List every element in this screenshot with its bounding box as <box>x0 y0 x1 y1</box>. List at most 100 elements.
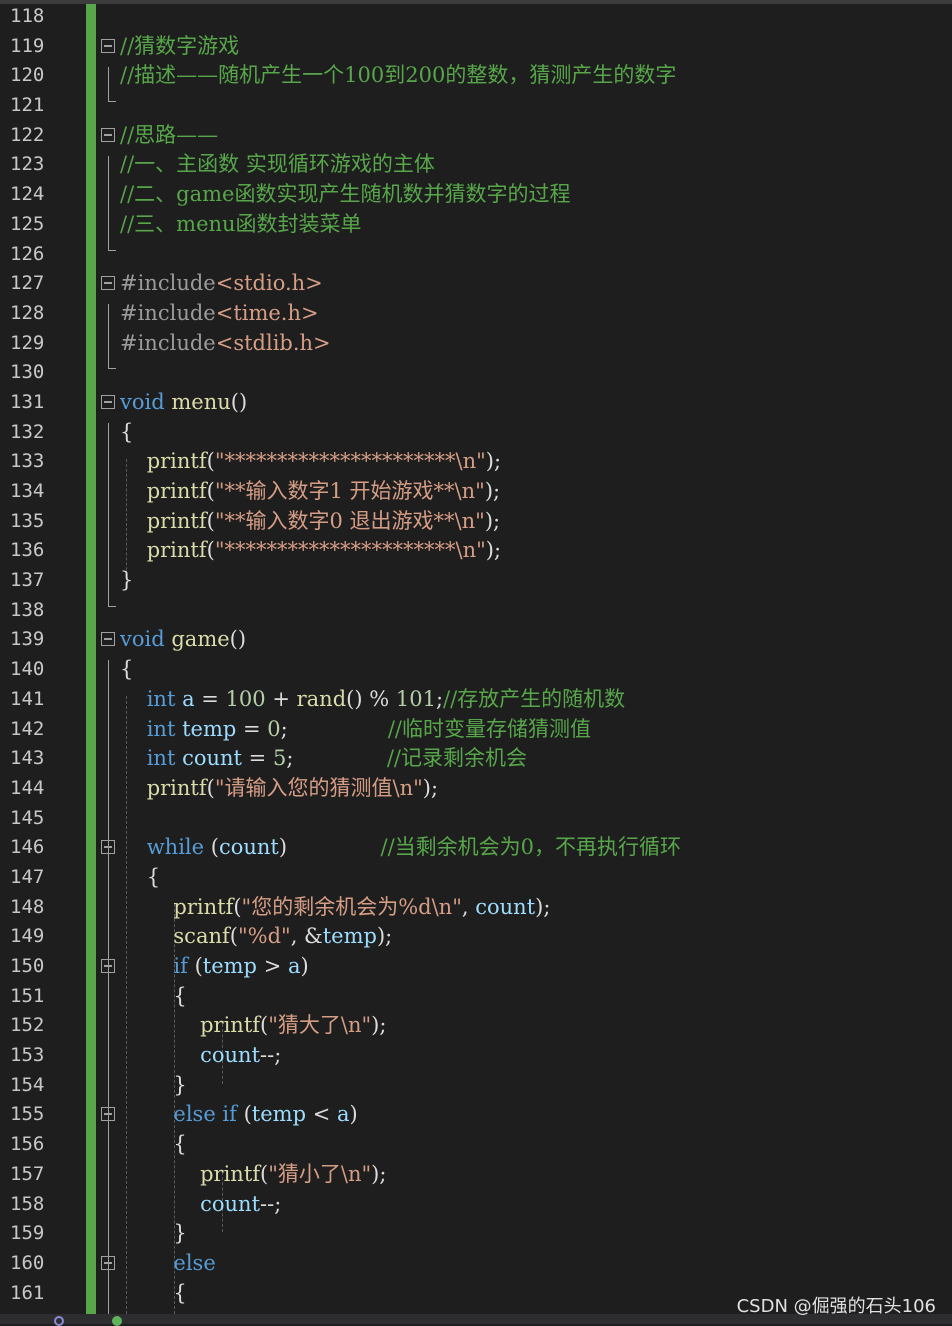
code-text: { <box>120 420 133 444</box>
code-token: { <box>120 864 161 889</box>
code-token: printf <box>146 775 207 800</box>
code-token: ); <box>422 775 439 800</box>
collapse-toggle-icon[interactable] <box>101 38 115 53</box>
collapse-toggle-icon[interactable] <box>101 1255 115 1270</box>
code-token: + <box>265 686 297 711</box>
code-token: printf <box>200 1013 261 1038</box>
collapse-toggle-icon[interactable] <box>101 276 115 291</box>
code-line[interactable]: 139 void game() <box>0 623 952 653</box>
code-token: 101 <box>395 686 436 711</box>
code-line[interactable]: 119 //猜数字游戏 <box>0 30 952 60</box>
code-token: 5 <box>272 746 287 771</box>
line-number: 139 <box>10 628 45 651</box>
code-line[interactable]: 142 int temp = 0; //临时变量存储猜测值 <box>0 713 952 743</box>
code-token: #include <box>120 300 216 325</box>
code-token: "**输入数字1 开始游戏**\n" <box>214 479 485 503</box>
code-line[interactable]: 125 //三、menu函数封装菜单 <box>0 208 952 238</box>
code-line[interactable]: 148 printf("您的剩余机会为%d\n", count); <box>0 891 952 921</box>
code-token: else <box>173 1250 216 1275</box>
code-token: { <box>120 983 187 1008</box>
code-token: //记录剩余机会 <box>386 746 527 771</box>
code-line[interactable]: 138 <box>0 594 952 624</box>
code-token: <stdio.h> <box>215 271 323 296</box>
code-line[interactable]: 131 void menu() <box>0 386 952 416</box>
code-line[interactable]: 150 if (temp > a) <box>0 950 952 980</box>
code-line[interactable]: 144 printf("请输入您的猜测值\n"); <box>0 772 952 802</box>
code-line[interactable]: 152 printf("猜大了\n"); <box>0 1009 952 1039</box>
code-lines: 118 119 //猜数字游戏 120 //描述——随机产生一个100到200的整数，猜… <box>0 0 952 1306</box>
code-line[interactable]: 160 else <box>0 1247 952 1277</box>
collapse-toggle-icon[interactable] <box>101 632 115 647</box>
code-line[interactable]: 130 <box>0 356 952 386</box>
code-line[interactable]: 129 #include<stdlib.h> <box>0 327 952 357</box>
line-number: 145 <box>10 806 45 829</box>
code-text: printf("猜大了\n"); <box>120 1013 386 1037</box>
code-token: () % <box>346 686 396 711</box>
line-number: 148 <box>10 895 45 918</box>
code-line[interactable]: 135 printf("**输入数字0 退出游戏**\n"); <box>0 505 952 535</box>
code-line[interactable]: 122 //思路—— <box>0 119 952 149</box>
code-token: count <box>475 894 536 919</box>
code-line[interactable]: 149 scanf("%d", &temp); <box>0 920 952 950</box>
code-token: ) <box>349 1102 358 1127</box>
code-line[interactable]: 156 { <box>0 1128 952 1158</box>
code-line[interactable]: 143 int count = 5; //记录剩余机会 <box>0 742 952 772</box>
line-number: 125 <box>10 212 45 235</box>
code-line[interactable]: 141 int a = 100 + rand() % 101;//存放产生的随机… <box>0 683 952 713</box>
collapse-toggle-icon[interactable] <box>101 959 115 973</box>
code-line[interactable]: 153 count--; <box>0 1039 952 1069</box>
code-line[interactable]: 147 { <box>0 861 952 891</box>
status-ok-icon <box>112 1316 122 1326</box>
code-line[interactable]: 133 printf("**********************\n"); <box>0 445 952 475</box>
code-token: ( <box>206 449 215 474</box>
code-line[interactable]: 137} <box>0 564 952 594</box>
line-number: 130 <box>10 361 45 384</box>
collapse-toggle-icon[interactable] <box>101 840 115 855</box>
code-line[interactable]: 126 <box>0 238 952 268</box>
code-line[interactable]: 120 //描述——随机产生一个100到200的整数，猜测产生的数字 <box>0 59 952 89</box>
code-line[interactable]: 123 //一、主函数 实现循环游戏的主体 <box>0 148 952 178</box>
code-line[interactable]: 124 //二、game函数实现产生随机数并猜数字的过程 <box>0 178 952 208</box>
code-token: ; <box>286 746 387 771</box>
code-line[interactable]: 127 #include<stdio.h> <box>0 267 952 297</box>
code-token: ) <box>278 835 381 860</box>
collapse-toggle-icon[interactable] <box>101 1107 115 1122</box>
code-token: ) <box>300 954 309 978</box>
code-line[interactable]: 154 } <box>0 1069 952 1099</box>
code-token: ); <box>371 1013 387 1038</box>
code-line[interactable]: 136 printf("**********************\n"); <box>0 534 952 564</box>
code-line[interactable]: 145 <box>0 802 952 832</box>
line-number: 123 <box>10 153 45 176</box>
code-token: > <box>257 954 288 978</box>
code-token: ( <box>206 538 215 563</box>
code-token: a <box>336 1102 350 1127</box>
collapse-toggle-icon[interactable] <box>101 394 115 409</box>
code-line[interactable]: 155 else if (temp < a) <box>0 1098 952 1128</box>
code-line[interactable]: 157 printf("猜小了\n"); <box>0 1158 952 1188</box>
code-line[interactable]: 128 #include<time.h> <box>0 297 952 327</box>
code-token: rand <box>296 686 347 711</box>
code-line[interactable]: 151 { <box>0 980 952 1010</box>
code-line[interactable]: 159 } <box>0 1217 952 1247</box>
collapse-toggle-icon[interactable] <box>101 127 115 142</box>
code-line[interactable]: 118 <box>0 0 952 30</box>
code-token: = <box>241 746 273 771</box>
code-line[interactable]: 134 printf("**输入数字1 开始游戏**\n"); <box>0 475 952 505</box>
code-token: count <box>200 1043 261 1068</box>
code-token: = <box>236 716 268 741</box>
code-line[interactable]: 121 <box>0 89 952 119</box>
code-line[interactable]: 158 count--; <box>0 1188 952 1218</box>
code-text: { <box>120 657 133 681</box>
line-number: 128 <box>10 301 45 324</box>
watermark: CSDN @倔强的石头106 <box>736 1296 936 1317</box>
line-number: 118 <box>10 5 45 27</box>
code-line[interactable]: 132 { <box>0 416 952 446</box>
code-line[interactable]: 140 { <box>0 653 952 683</box>
code-line[interactable]: 146 while (count) //当剩余机会为0，不再执行循环 <box>0 831 952 861</box>
code-editor[interactable]: 118 119 //猜数字游戏 120 //描述——随机产生一个100到200的整数，猜… <box>0 4 952 1314</box>
